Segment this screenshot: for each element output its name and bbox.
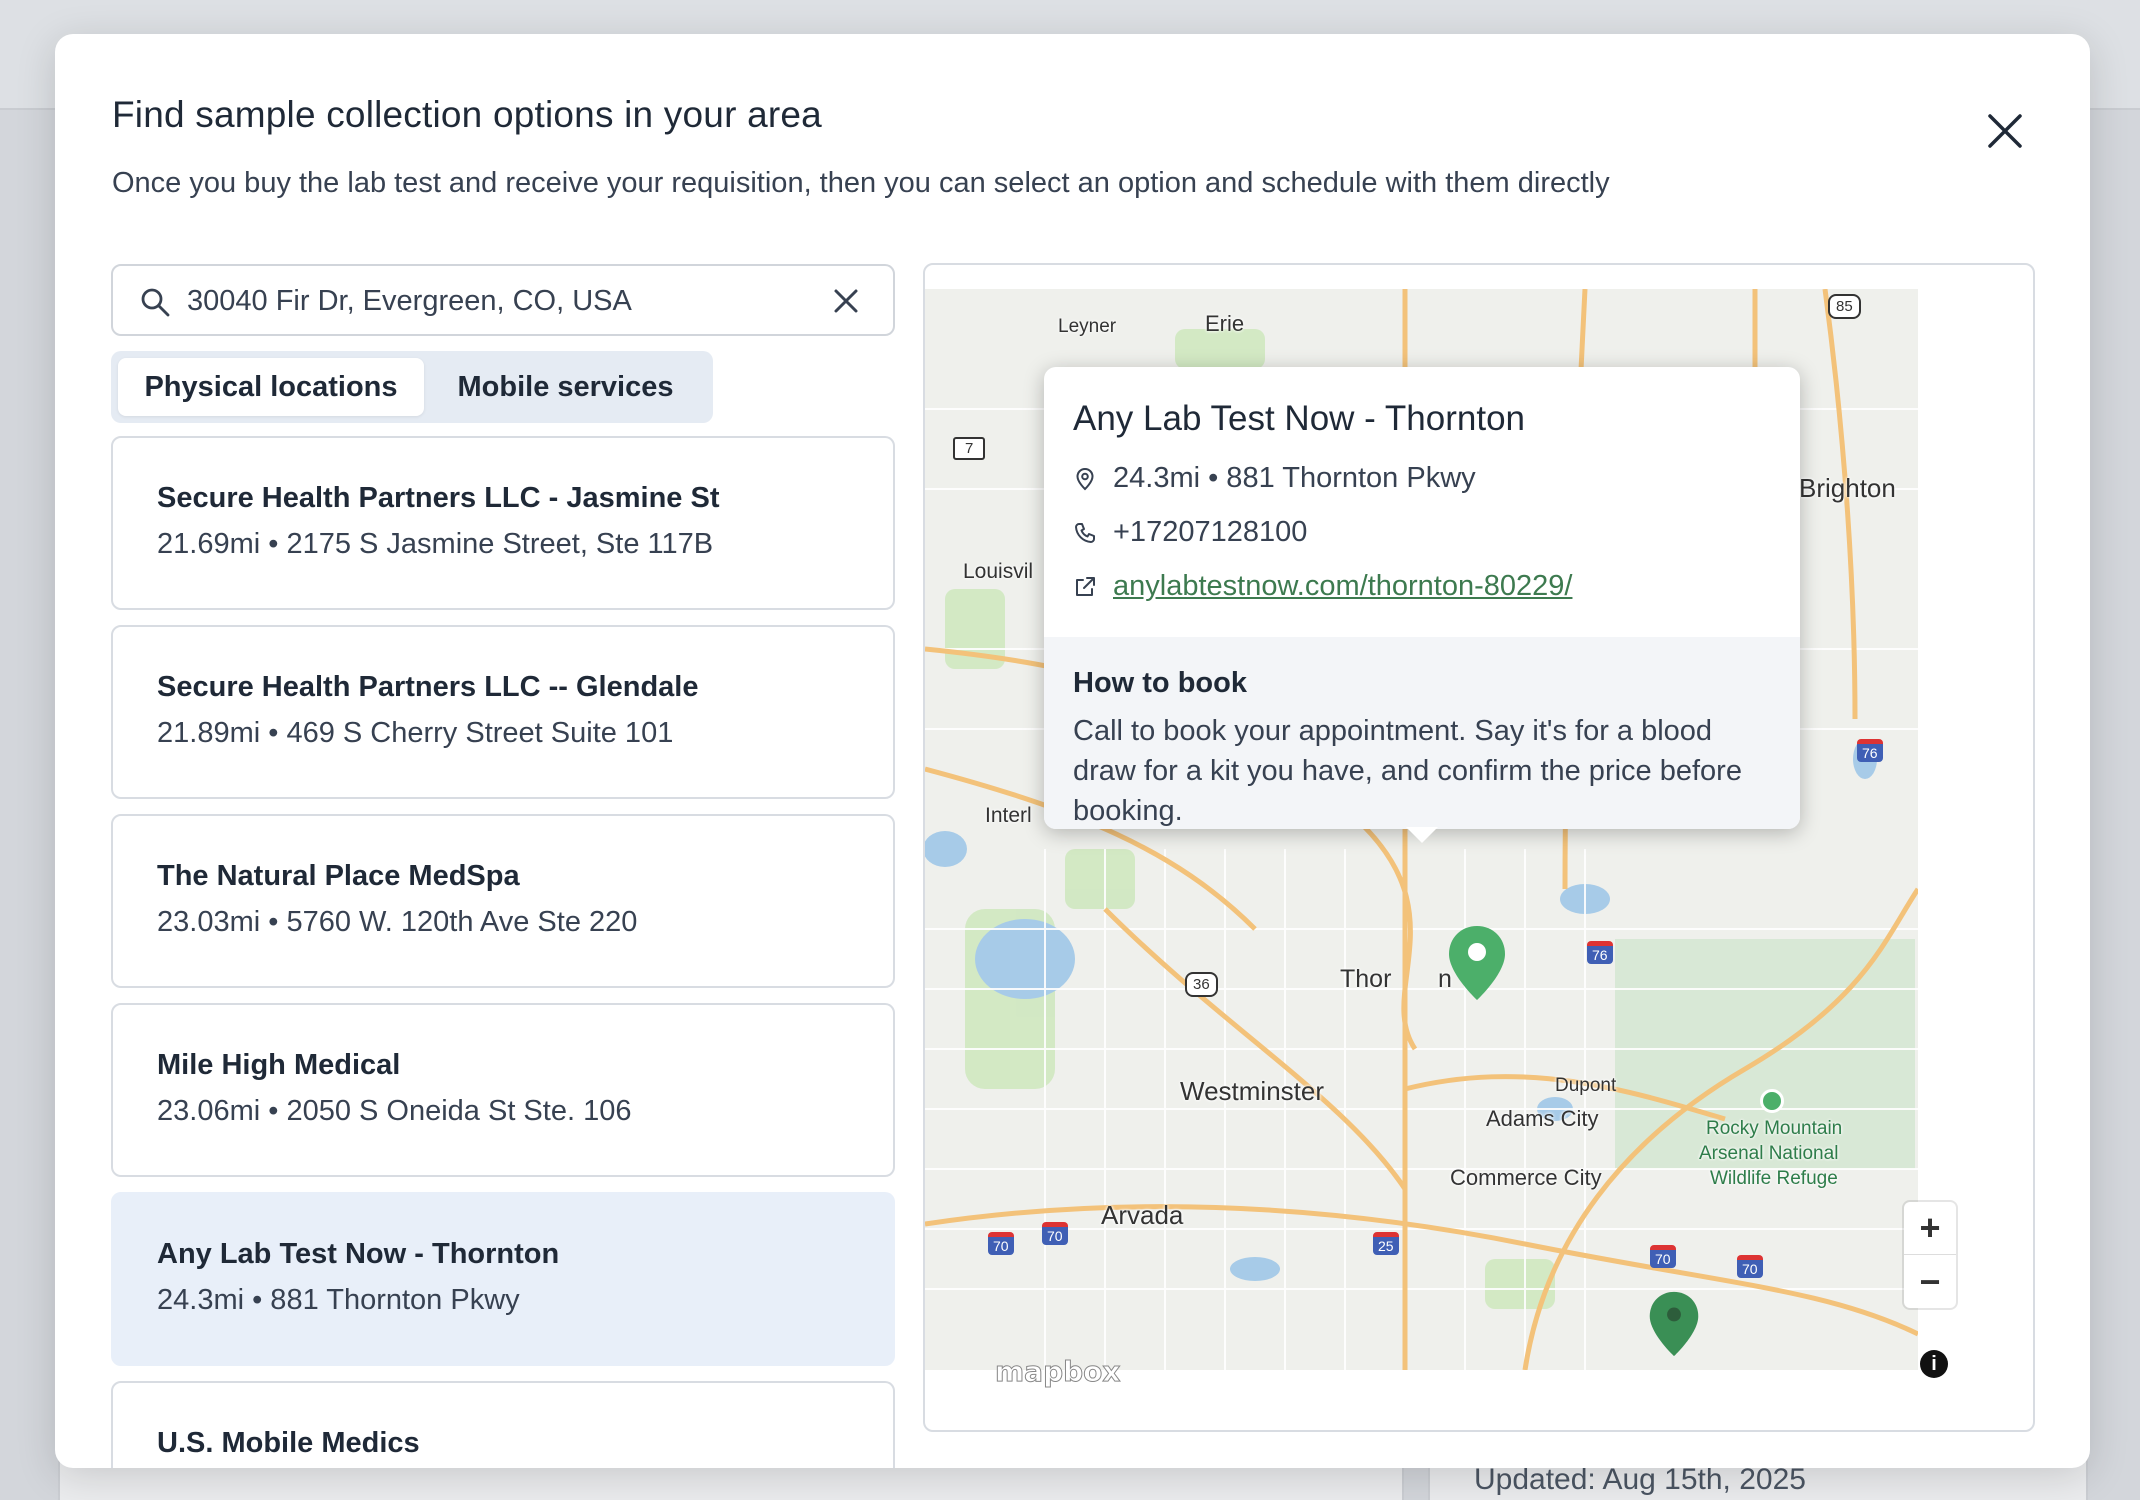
map-label-wildlife-refuge: Wildlife Refuge [1710,1168,1838,1189]
popup-arrow [1406,827,1438,843]
i-25-shield: 25 [1373,1232,1399,1255]
i-70-shield: 70 [1737,1255,1763,1278]
sh-7-shield: 7 [953,437,986,460]
map-label-interlocken: Interl [985,804,1032,827]
zoom-out-button[interactable]: − [1904,1255,1956,1308]
map-pin-selected[interactable] [1447,924,1507,1002]
modal-subtitle: Once you buy the lab test and receive yo… [112,167,1610,199]
how-to-book-heading: How to book [1073,667,1247,699]
map-label-dupont: Dupont [1555,1075,1617,1096]
location-meta: 21.69mi • 2175 S Jasmine Street, Ste 117… [157,528,714,560]
i-70-shield: 70 [988,1232,1014,1255]
how-to-book-section: How to book Call to book your appointmen… [1044,637,1800,829]
popup-address-row: 24.3mi • 881 Thornton Pkwy [1073,462,1476,495]
attribution-info-button[interactable]: i [1920,1350,1948,1378]
location-card[interactable]: U.S. Mobile Medics [111,1381,895,1468]
location-pin-icon [1076,467,1094,490]
map-label-arsenal-national: Arsenal National [1699,1143,1839,1164]
i-76-shield: 76 [1587,941,1613,964]
phone-icon [1075,522,1095,543]
popup-phone-row: +17207128100 [1073,516,1307,549]
location-card[interactable]: Mile High Medical 23.06mi • 2050 S Oneid… [111,1003,895,1177]
zoom-in-button[interactable]: + [1904,1202,1956,1255]
location-meta: 24.3mi • 881 Thornton Pkwy [157,1284,520,1316]
location-meta: 23.06mi • 2050 S Oneida St Ste. 106 [157,1095,632,1127]
location-name: Any Lab Test Now - Thornton [157,1238,560,1270]
location-card[interactable]: The Natural Place MedSpa 23.03mi • 5760 … [111,814,895,988]
i-70-shield: 70 [1042,1222,1068,1245]
us-85-shield: 85 [1828,294,1861,319]
location-card[interactable]: Secure Health Partners LLC -- Glendale 2… [111,625,895,799]
map-label-arvada: Arvada [1101,1200,1184,1230]
map-pin[interactable] [1648,1290,1700,1358]
modal-title: Find sample collection options in your a… [112,94,822,135]
popup-website-link[interactable]: anylabtestnow.com/thornton-80229/ [1113,570,1572,603]
location-name: Secure Health Partners LLC - Jasmine St [157,482,720,514]
i-70-shield: 70 [1650,1245,1676,1268]
clear-search-icon[interactable] [831,286,861,316]
zoom-controls: + − [1904,1202,1956,1308]
location-name: U.S. Mobile Medics [157,1427,420,1459]
us-36-shield: 36 [1185,972,1218,997]
location-name: The Natural Place MedSpa [157,860,520,892]
address-search-input[interactable] [187,278,807,324]
map-label-adams-city: Adams City [1486,1106,1599,1131]
popup-address: 24.3mi • 881 Thornton Pkwy [1113,462,1476,494]
location-type-tabs: Physical locations Mobile services [111,351,713,423]
location-meta: 23.03mi • 5760 W. 120th Ave Ste 220 [157,906,638,938]
search-icon [141,288,170,317]
map-label-louisville: Louisvil [963,560,1034,583]
close-button[interactable] [1970,96,2040,166]
how-to-book-text: Call to book your appointment. Say it's … [1073,715,1742,827]
map-label-brighton: Brighton [1799,473,1896,503]
map-label-rocky-mountain: Rocky Mountain [1706,1118,1843,1139]
map-label-westminster: Westminster [1180,1076,1324,1106]
location-name: Secure Health Partners LLC -- Glendale [157,671,699,703]
popup-phone: +17207128100 [1113,516,1308,548]
popup-link-row: anylabtestnow.com/thornton-80229/ [1073,570,1572,603]
location-card-selected[interactable]: Any Lab Test Now - Thornton 24.3mi • 881… [111,1192,895,1366]
close-icon [1988,114,2022,148]
location-meta: 21.89mi • 469 S Cherry Street Suite 101 [157,717,674,749]
i-76-shield: 76 [1857,739,1883,762]
location-name: Mile High Medical [157,1049,401,1081]
location-list: Secure Health Partners LLC - Jasmine St … [111,436,895,1468]
map-label-leyner: Leyner [1058,316,1117,337]
address-search [111,264,895,336]
background-updated-text: Updated: Aug 15th, 2025 [1474,1463,1806,1496]
park-icon [1760,1089,1784,1113]
map-label-erie: Erie [1205,311,1245,336]
location-popup: Any Lab Test Now - Thornton 24.3mi • 881… [1044,367,1800,843]
popup-title: Any Lab Test Now - Thornton [1073,399,1526,438]
tab-physical-locations[interactable]: Physical locations [118,358,424,416]
tab-mobile-services[interactable]: Mobile services [424,358,707,416]
external-link-icon [1076,576,1095,596]
map-label-commerce-city: Commerce City [1450,1165,1602,1190]
map-label-thornton: Thor [1340,965,1392,993]
location-card[interactable]: Secure Health Partners LLC - Jasmine St … [111,436,895,610]
mapbox-logo[interactable]: mapbox [994,1355,1120,1389]
